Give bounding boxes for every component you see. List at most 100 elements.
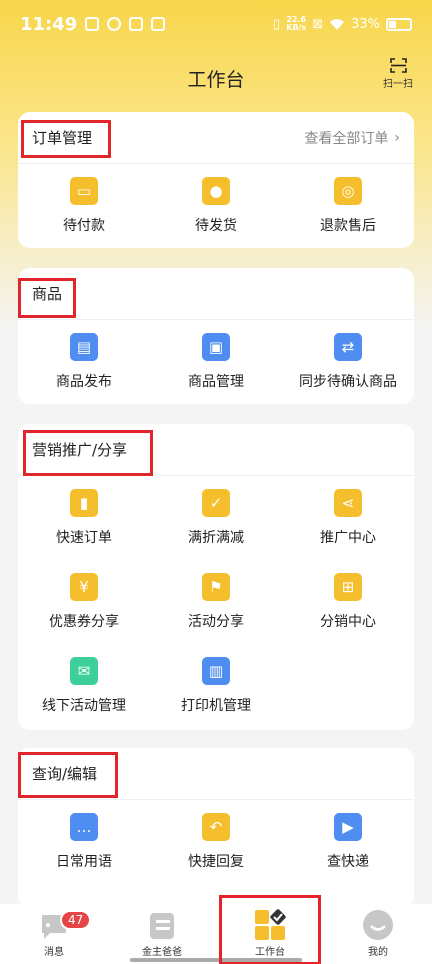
status-time: 11:49 (20, 13, 78, 35)
icon-glyph: ¥ (79, 578, 89, 596)
document-clock-icon: ▣ (202, 333, 230, 361)
quick-order-icon: ▮ (70, 489, 98, 517)
grid-item-label: 分销中心 (320, 614, 376, 630)
scan-label: 扫一扫 (383, 79, 413, 90)
sync-arrows-icon: ⇄ (334, 333, 362, 361)
bottom-tab-bar: 47 消息 金主爸爸 工作台 我的 (0, 895, 432, 964)
clipboard-icon: ▤ (70, 333, 98, 361)
icon-glyph: ▣ (208, 338, 224, 356)
tab-workbench[interactable]: 工作台 (216, 895, 324, 964)
tab-label: 金主爸爸 (142, 947, 182, 958)
notification-icon (107, 17, 122, 31)
icon-glyph: ◎ (341, 182, 355, 200)
grid-item-label: 查快递 (327, 854, 369, 870)
tab-sponsors[interactable]: 金主爸爸 (108, 904, 216, 964)
ticket-icon: ▭ (70, 177, 98, 205)
icon-glyph: ▭ (76, 182, 92, 200)
icon-glyph: ▤ (76, 338, 92, 356)
flag-icon: ⚑ (202, 573, 230, 601)
grid-item-truck[interactable]: ▶ 查快递 (282, 800, 414, 884)
grid-item-label: 商品管理 (188, 374, 244, 390)
tab-label: 消息 (44, 947, 64, 958)
view-all-orders-link[interactable]: 查看全部订单 › (304, 128, 400, 148)
marketing-grid: ▮ 快速订单 ✓ 满折满减 ⋖ 推广中心 ¥ 优惠券分享 ⚑ 活动分享 ⊞ 分销中心 ✉ 线下活动管理 ▥ 打… (18, 476, 414, 728)
grid-item-label: 商品发布 (56, 374, 112, 390)
distribution-tree-icon: ⊞ (334, 573, 362, 601)
grid-item-chat-bubble[interactable]: … 日常用语 (18, 800, 150, 884)
truck-icon: ▶ (334, 813, 362, 841)
grid-item-label: 优惠券分享 (49, 614, 119, 630)
highlight-box (18, 752, 118, 798)
grid-item-distribution-tree[interactable]: ⊞ 分销中心 (282, 560, 414, 644)
card-header: 商品 (18, 268, 414, 320)
grid-item-clipboard[interactable]: ▤ 商品发布 (18, 320, 150, 404)
grid-item-label: 日常用语 (56, 854, 112, 870)
marketing-card: 营销推广/分享 ▮ 快速订单 ✓ 满折满减 ⋖ 推广中心 ¥ 优惠券分享 ⚑ 活动分享 ⊞ 分销中心 ✉… (18, 424, 414, 730)
grid-item-label: 快捷回复 (188, 854, 244, 870)
grid-item-mail[interactable]: ✉ 线下活动管理 (18, 644, 150, 728)
scan-icon (389, 58, 407, 73)
grid-item-location-pin[interactable]: ● 待发货 (150, 164, 282, 248)
printer-icon: ▥ (202, 657, 230, 685)
grid-item-label: 待付款 (63, 218, 105, 234)
query-grid: … 日常用语 ↶ 快捷回复 ▶ 查快递 (18, 800, 414, 884)
grid-item-label: 同步待确认商品 (299, 374, 397, 390)
grid-item-label: 待发货 (195, 218, 237, 234)
mail-notification-icon (129, 17, 144, 31)
icon-glyph: … (76, 818, 92, 836)
chevron-right-icon: › (394, 129, 400, 146)
tab-messages[interactable]: 47 消息 (0, 904, 108, 964)
highlight-box (21, 120, 111, 158)
chat-bubble-icon: … (70, 813, 98, 841)
query-edit-card: 查询/编辑 … 日常用语 ↶ 快捷回复 ▶ 查快递 (18, 748, 414, 908)
goods-card: 商品 ▤ 商品发布 ▣ 商品管理 ⇄ 同步待确认商品 (18, 268, 414, 404)
grid-item-reply[interactable]: ↶ 快捷回复 (150, 800, 282, 884)
order-management-card: 订单管理 查看全部订单 › ▭ 待付款 ● 待发货 ◎ 退款售后 (18, 112, 414, 248)
icon-glyph: ⊞ (341, 578, 355, 596)
view-all-orders-label: 查看全部订单 (304, 130, 389, 147)
grid-item-label: 快速订单 (56, 530, 112, 546)
icon-glyph: ⋖ (341, 494, 355, 512)
profile-face-icon (363, 910, 393, 940)
card-header: 订单管理 查看全部订单 › (18, 112, 414, 164)
icon-glyph: ▶ (342, 818, 354, 836)
grid-item-label: 线下活动管理 (42, 698, 126, 714)
tab-mine[interactable]: 我的 (324, 904, 432, 964)
icon-glyph: ↶ (209, 818, 223, 836)
icon-glyph: ▥ (208, 662, 224, 680)
highlight-box (219, 895, 321, 964)
grid-item-discount-check[interactable]: ✓ 满折满减 (150, 476, 282, 560)
icon-glyph: ● (209, 182, 223, 200)
reply-icon: ↶ (202, 813, 230, 841)
grid-item-sync-arrows[interactable]: ⇄ 同步待确认商品 (282, 320, 414, 404)
grid-item-coupon-yen[interactable]: ¥ 优惠券分享 (18, 560, 150, 644)
notification-icon (151, 17, 166, 31)
mail-icon: ✉ (70, 657, 98, 685)
grid-item-flag[interactable]: ⚑ 活动分享 (150, 560, 282, 644)
discount-check-icon: ✓ (202, 489, 230, 517)
grid-item-label: 满折满减 (188, 530, 244, 546)
grid-item-share[interactable]: ⋖ 推广中心 (282, 476, 414, 560)
page-header: 工作台 扫一扫 (0, 48, 432, 108)
grid-item-label: 退款售后 (320, 218, 376, 234)
grid-item-refund-coin[interactable]: ◎ 退款售后 (282, 164, 414, 248)
icon-glyph: ⇄ (341, 338, 355, 356)
battery-percentage: 33% (351, 16, 380, 32)
notification-icon (85, 17, 100, 31)
icon-glyph: ▮ (79, 494, 89, 512)
battery-icon (386, 17, 412, 31)
scan-button[interactable]: 扫一扫 (378, 54, 418, 94)
grid-item-document-clock[interactable]: ▣ 商品管理 (150, 320, 282, 404)
network-speed: 22.6 KB/s (286, 16, 306, 32)
grid-item-ticket[interactable]: ▭ 待付款 (18, 164, 150, 248)
grid-item-quick-order[interactable]: ▮ 快速订单 (18, 476, 150, 560)
grid-item-label: 推广中心 (320, 530, 376, 546)
grid-item-label: 打印机管理 (181, 698, 251, 714)
grid-item-printer[interactable]: ▥ 打印机管理 (150, 644, 282, 728)
contacts-card-icon (150, 913, 174, 939)
location-pin-icon: ● (202, 177, 230, 205)
highlight-box (18, 278, 76, 318)
icon-glyph: ✓ (209, 494, 223, 512)
coupon-yen-icon: ¥ (70, 573, 98, 601)
card-header: 查询/编辑 (18, 748, 414, 800)
